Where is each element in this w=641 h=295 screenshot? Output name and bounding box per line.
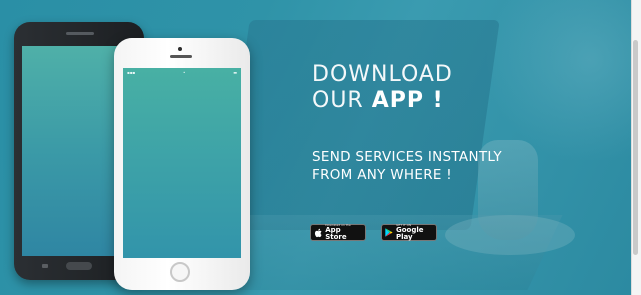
- phone-camera: [178, 47, 182, 51]
- background-laptop-image: [220, 20, 500, 230]
- apple-icon: [314, 227, 322, 238]
- phone-screen: ▪▪▪ • ▬: [123, 68, 241, 258]
- google-play-badge-label: Google Play: [396, 226, 424, 241]
- app-store-badge[interactable]: Download on the App Store: [310, 224, 366, 241]
- headline-line-2-bold: APP !: [371, 88, 444, 113]
- background-light: [480, 0, 631, 160]
- subheadline-line-2: FROM ANY WHERE !: [312, 167, 453, 183]
- phone-home-button: [170, 262, 190, 282]
- signal-icon: ▪▪▪: [127, 69, 136, 75]
- scrollbar-thumb[interactable]: [633, 40, 638, 255]
- google-play-icon: [385, 227, 393, 238]
- phone-status-bar: ▪▪▪ • ▬: [123, 68, 241, 76]
- app-store-badge-label: App Store: [325, 226, 347, 241]
- iphone-image: ▪▪▪ • ▬: [114, 38, 250, 290]
- app-download-banner: ▪▪▪ • ▬ DOWNLOAD OUR APP ! SEND SERVICES…: [0, 0, 631, 295]
- phone-nav-button: [42, 264, 48, 268]
- phone-speaker: [170, 55, 192, 58]
- google-play-badge[interactable]: GET IT ON Google Play: [381, 224, 437, 241]
- headline-line-2-prefix: OUR: [312, 88, 372, 113]
- phone-speaker: [66, 32, 94, 35]
- battery-icon: ▬: [233, 69, 237, 75]
- headline: DOWNLOAD OUR APP !: [312, 62, 453, 114]
- subheadline-line-1: SEND SERVICES INSTANTLY: [312, 149, 502, 165]
- phone-home-button: [66, 262, 92, 270]
- headline-line-1: DOWNLOAD: [312, 62, 453, 87]
- headline-line-2: OUR APP !: [312, 88, 453, 114]
- clock-icon: •: [183, 69, 186, 75]
- subheadline: SEND SERVICES INSTANTLY FROM ANY WHERE !: [312, 148, 502, 184]
